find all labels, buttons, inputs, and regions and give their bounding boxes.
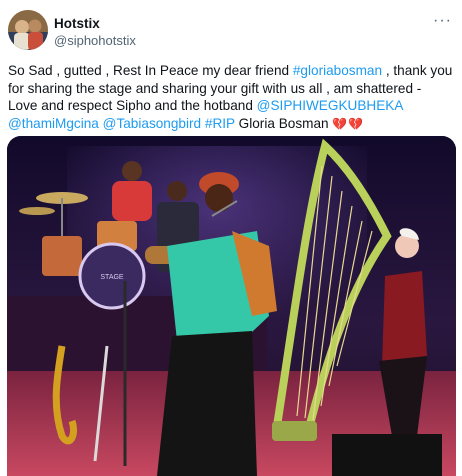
broken-heart-icon: 💔💔 [332, 116, 365, 131]
more-options-icon[interactable]: ··· [433, 12, 452, 30]
avatar-image [8, 10, 48, 50]
tweet-text-segment: , thank you [382, 63, 453, 78]
tweet-text-segment: So Sad , gutted , Rest In Peace my dear … [8, 63, 293, 78]
mention-thamimgcina[interactable]: @thamiMgcina [8, 116, 99, 131]
hashtag-rip[interactable]: #RIP [205, 116, 235, 131]
tweet-media-photo[interactable]: STAGE [7, 136, 456, 476]
user-handle[interactable]: @siphohotstix [54, 33, 136, 48]
hashtag-gloriabosman[interactable]: #gloriabosman [293, 63, 382, 78]
drum-head-label: STAGE [100, 274, 124, 281]
mention-tabiasongbird[interactable]: @Tabiasongbird [103, 116, 201, 131]
tweet-text-segment: Gloria Bosman [238, 115, 329, 131]
tweet-line-3: Love and respect Sipho and the hotband @… [8, 97, 460, 115]
tweet-text: So Sad , gutted , Rest In Peace my dear … [8, 62, 460, 133]
tweet-line-2: for sharing the stage and sharing your g… [8, 80, 422, 96]
tweet-line-4: @thamiMgcina @Tabiasongbird #RIP Gloria … [8, 115, 460, 134]
avatar[interactable] [8, 10, 48, 50]
display-name[interactable]: Hotstix [54, 16, 100, 31]
mention-siphiwegkubheka[interactable]: @SIPHIWEGKUBHEKA [257, 98, 404, 113]
tweet-header: Hotstix @siphohotstix ··· [8, 10, 454, 54]
tweet-line-1: So Sad , gutted , Rest In Peace my dear … [8, 62, 460, 80]
concert-photo: STAGE [7, 136, 456, 476]
tweet-text-segment: Love and respect Sipho and the hotband [8, 98, 257, 114]
stage-monitor [332, 434, 442, 476]
